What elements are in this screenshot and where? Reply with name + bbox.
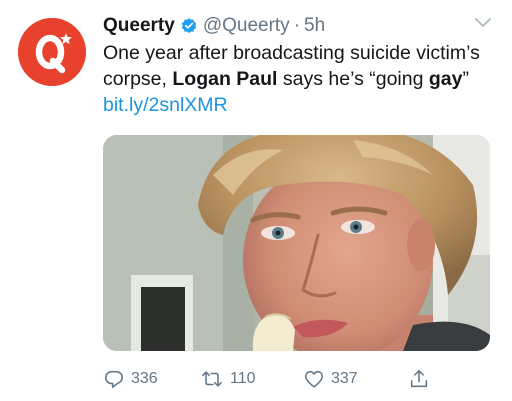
queerty-logo-icon (18, 18, 86, 86)
photo-portrait-image (103, 135, 490, 351)
tweet-header: Queerty @Queerty · 5h (103, 14, 325, 38)
tweet-media-photo[interactable] (103, 135, 490, 351)
tweet-actions: 336 110 337 (103, 366, 493, 392)
share-icon (410, 369, 428, 388)
tweet-text: One year after broadcasting suicide vict… (103, 40, 498, 118)
tweet-text-part: ” (462, 68, 469, 90)
like-icon (304, 370, 324, 388)
timestamp[interactable]: 5h (304, 15, 325, 37)
retweet-icon (202, 371, 222, 387)
display-name[interactable]: Queerty (103, 15, 175, 37)
avatar[interactable] (18, 18, 86, 86)
separator-dot: · (293, 15, 301, 36)
tweet-text-bold-word: gay (428, 68, 463, 90)
retweet-button[interactable]: 110 (200, 366, 256, 392)
reply-count: 336 (131, 370, 158, 387)
reply-button[interactable]: 336 (103, 366, 158, 392)
retweet-count: 110 (230, 370, 256, 387)
handle[interactable]: @Queerty (203, 15, 290, 37)
chevron-down-icon[interactable] (474, 16, 492, 30)
tweet-text-bold-name: Logan Paul (172, 68, 278, 90)
tweet[interactable]: Queerty @Queerty · 5h One year after bro… (0, 0, 512, 401)
tweet-text-part: says he’s “going (277, 68, 429, 90)
tweet-link[interactable]: bit.ly/2snlXMR (103, 94, 228, 116)
like-button[interactable]: 337 (303, 366, 358, 392)
reply-icon (104, 370, 124, 389)
like-count: 337 (331, 370, 358, 387)
verified-badge-icon (180, 17, 198, 35)
share-button[interactable] (408, 366, 436, 392)
